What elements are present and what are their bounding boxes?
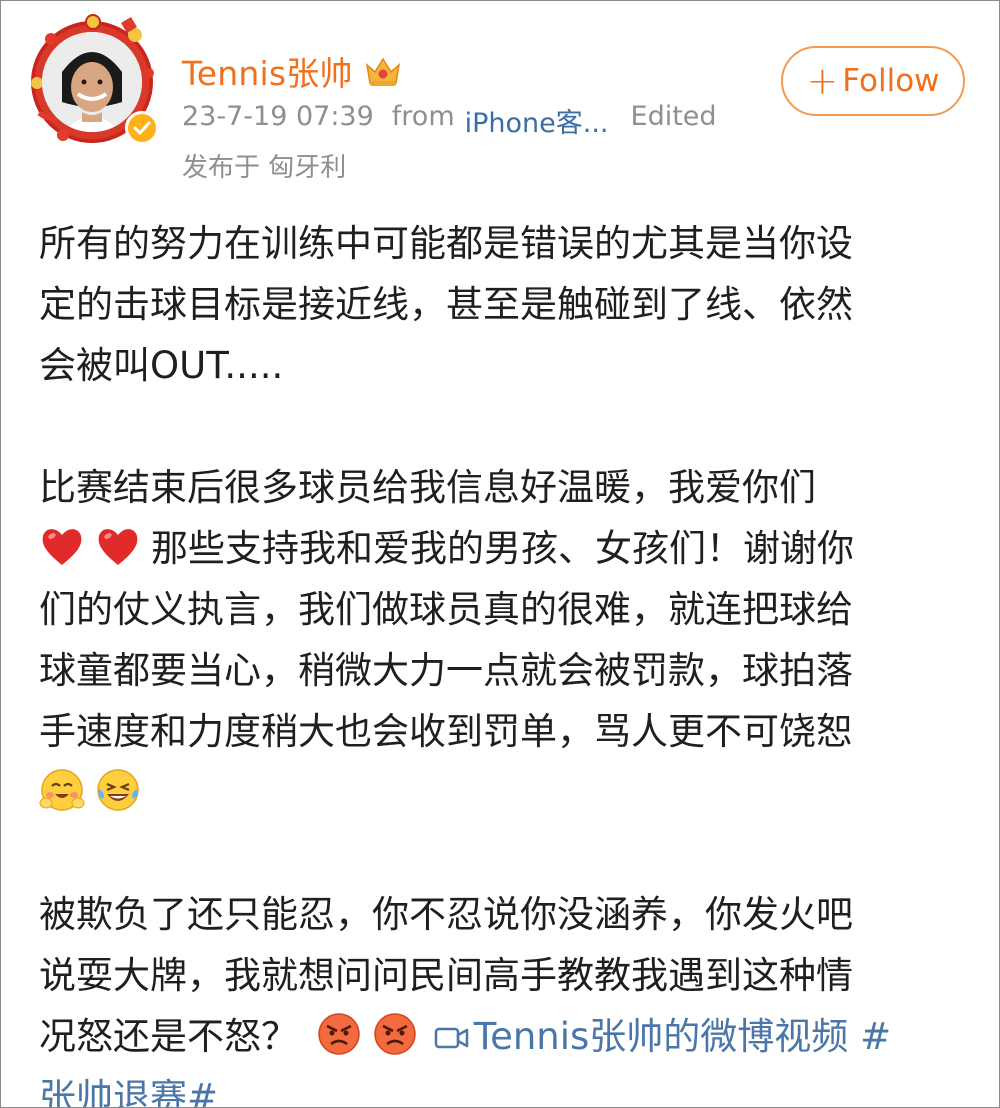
edited-label[interactable]: Edited [631,101,717,140]
avatar [42,32,142,132]
from-label: from [391,101,455,132]
text-line: 球童都要当心，稍微大力一点就会被罚款，球拍落 [39,649,853,692]
post-paragraph-2: 比赛结束后很多球员给我信息好温暖，我爱你们 那些支持我和爱我的男孩、女孩们！谢谢… [39,457,969,823]
laughing-tears-emoji [97,769,139,811]
text-line: 说耍大牌，我就想问问民间高手教教我遇到这种情 [39,954,853,997]
follow-label: Follow [842,63,940,99]
text-line-with-hearts: 那些支持我和爱我的男孩、女孩们！谢谢你 [39,518,969,579]
verified-badge-icon [125,111,159,145]
text-line: 定的击球目标是接近线，甚至是触碰到了线、依然 [39,283,853,326]
hashtag-line: 张帅退赛# [39,1067,969,1107]
text-segment: 况怒还是不怒？ [39,1015,298,1058]
avatar-container[interactable] [29,13,159,145]
text-line: 被欺负了还只能忍，你不忍说你没涵养，你发火吧 [39,893,853,936]
angry-face-emoji [318,1013,360,1055]
red-heart-emoji [42,529,82,565]
text-segment: 那些支持我和爱我的男孩、女孩们！谢谢你 [151,527,854,570]
post-paragraph-3: 被欺负了还只能忍，你不忍说你没涵养，你发火吧 说耍大牌，我就想问问民间高手教教我… [39,884,969,1107]
username[interactable]: Tennis张帅 [182,47,353,95]
follow-button[interactable]: + Follow [781,46,965,116]
text-line-with-link: 况怒还是不怒？ Tennis张帅的微博视频 # [39,1006,969,1067]
hashtag-start[interactable]: # [860,1015,891,1058]
post-timestamp: 23-7-19 07:39 [182,101,374,132]
blush-emoji [39,769,85,811]
angry-face-emoji [374,1013,416,1055]
video-link[interactable]: Tennis张帅的微博视频 [434,1015,849,1058]
weibo-post-card: Tennis张帅 23-7-19 07:39 from iPhone客... E… [0,0,1000,1108]
plus-icon: + [806,59,839,103]
video-link-label: Tennis张帅的微博视频 [473,1015,849,1058]
red-heart-emoji [98,529,138,565]
hashtag-link[interactable]: 张帅退赛# [39,1076,218,1107]
post-location: 发布于 匈牙利 [182,153,347,183]
crown-icon[interactable] [363,53,403,89]
video-camera-icon [434,1027,469,1049]
username-row: Tennis张帅 [182,47,403,95]
emoji-line [39,762,969,823]
post-meta: 23-7-19 07:39 from iPhone客... Edited [182,101,717,140]
text-line: 手速度和力度稍大也会收到罚单，骂人更不可饶恕 [39,710,853,753]
device-source-link[interactable]: iPhone客... [465,101,609,140]
text-line: 会被叫OUT..... [39,344,284,387]
post-text: 所有的努力在训练中可能都是错误的尤其是当你设 定的击球目标是接近线，甚至是触碰到… [39,213,969,1107]
text-line: 比赛结束后很多球员给我信息好温暖，我爱你们 [39,466,816,509]
text-line: 们的仗义执言，我们做球员真的很难，就连把球给 [39,588,853,631]
text-line: 所有的努力在训练中可能都是错误的尤其是当你设 [39,222,853,265]
post-paragraph-1: 所有的努力在训练中可能都是错误的尤其是当你设 定的击球目标是接近线，甚至是触碰到… [39,213,969,396]
